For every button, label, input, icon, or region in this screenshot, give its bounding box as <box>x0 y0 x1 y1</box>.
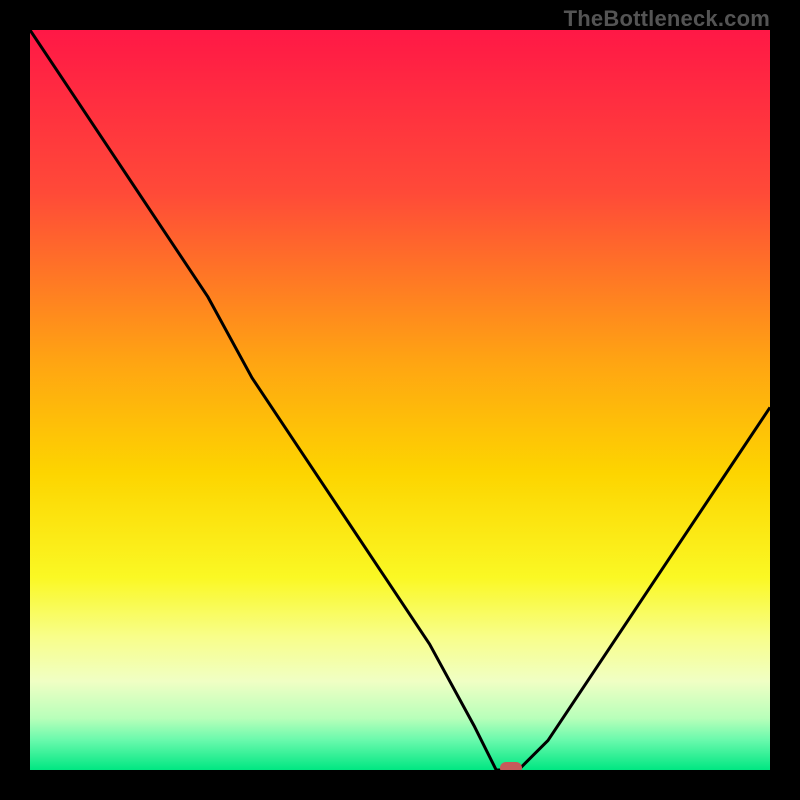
gradient-background <box>30 30 770 770</box>
watermark-label: TheBottleneck.com <box>564 6 770 32</box>
chart-frame: TheBottleneck.com <box>0 0 800 800</box>
optimum-marker <box>500 762 522 770</box>
bottleneck-chart <box>30 30 770 770</box>
